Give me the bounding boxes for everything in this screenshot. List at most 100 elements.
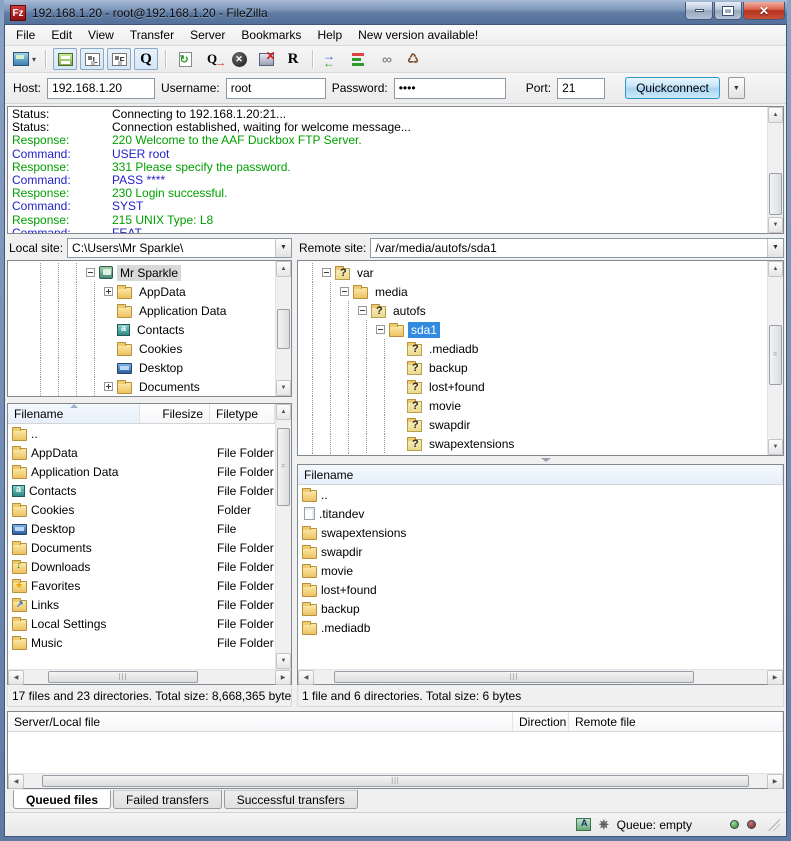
disconnect-button[interactable] xyxy=(254,48,278,70)
toggle-message-log-button[interactable] xyxy=(53,48,77,70)
scroll-up-icon[interactable]: ▲ xyxy=(276,404,291,420)
file-row[interactable]: .. xyxy=(298,485,783,504)
quickconnect-button[interactable]: Quickconnect xyxy=(625,77,720,99)
tree-item-autofs[interactable]: autofs xyxy=(298,301,767,320)
tree-item-lost-found[interactable]: lost+found xyxy=(298,377,767,396)
tree-item-movie[interactable]: movie xyxy=(298,396,767,415)
host-input[interactable] xyxy=(47,78,155,99)
local-path[interactable]: C:\Users\Mr Sparkle\ xyxy=(68,241,275,255)
column-header-filesize[interactable]: Filesize xyxy=(140,404,210,423)
file-row[interactable]: .mediadb xyxy=(298,618,783,637)
tree-item-media[interactable]: media xyxy=(298,282,767,301)
scroll-down-icon[interactable]: ▼ xyxy=(276,653,291,669)
reconnect-button[interactable]: R xyxy=(281,48,305,70)
file-row[interactable]: lost+found xyxy=(298,580,783,599)
process-queue-button[interactable]: Q xyxy=(200,48,224,70)
remote-list-horizontal-scrollbar[interactable]: ◀ ||| ▶ xyxy=(298,669,783,684)
column-header-filetype[interactable]: Filetype xyxy=(210,404,275,423)
tree-item-mediadb[interactable]: .mediadb xyxy=(298,339,767,358)
menu-view[interactable]: View xyxy=(81,26,121,44)
collapse-icon[interactable] xyxy=(376,325,385,334)
local-site-combo[interactable]: C:\Users\Mr Sparkle\ ▼ xyxy=(67,238,292,258)
file-row[interactable]: .. xyxy=(8,424,275,443)
file-row[interactable]: FavoritesFile Folder xyxy=(8,576,275,595)
transfer-type-indicator-icon[interactable] xyxy=(576,818,591,831)
file-row[interactable]: DesktopFile xyxy=(8,519,275,538)
speed-limits-icon[interactable]: ⎈ xyxy=(599,817,609,832)
collapse-icon[interactable] xyxy=(322,268,331,277)
tree-item-backup[interactable]: backup xyxy=(298,358,767,377)
scroll-up-icon[interactable]: ▲ xyxy=(768,261,783,277)
collapse-icon[interactable] xyxy=(340,287,349,296)
tree-item-mr-sparkle[interactable]: Mr Sparkle xyxy=(8,263,275,282)
port-input[interactable] xyxy=(557,78,605,99)
tab-successful-transfers[interactable]: Successful transfers xyxy=(224,790,358,809)
file-row[interactable]: CookiesFolder xyxy=(8,500,275,519)
column-header-remote-file[interactable]: Remote file xyxy=(569,712,783,731)
remote-tree-vertical-scrollbar[interactable]: ▲ = ▼ xyxy=(767,261,783,455)
search-button[interactable]: ♺ xyxy=(401,48,425,70)
remote-site-combo[interactable]: /var/media/autofs/sda1 ▼ xyxy=(370,238,784,258)
refresh-button[interactable] xyxy=(173,48,197,70)
remote-pane-splitter[interactable] xyxy=(297,456,784,464)
column-header-server-local-file[interactable]: Server/Local file xyxy=(8,712,513,731)
minimize-button[interactable] xyxy=(685,2,713,20)
scroll-down-icon[interactable]: ▼ xyxy=(276,380,291,396)
menu-transfer[interactable]: Transfer xyxy=(123,26,181,44)
menu-bookmarks[interactable]: Bookmarks xyxy=(234,26,308,44)
scroll-left-icon[interactable]: ◀ xyxy=(8,670,24,685)
expand-icon[interactable] xyxy=(104,287,113,296)
splitter-collapse-icon[interactable] xyxy=(541,458,551,462)
file-row[interactable]: swapextensions xyxy=(298,523,783,542)
collapse-icon[interactable] xyxy=(358,306,367,315)
collapse-icon[interactable] xyxy=(86,268,95,277)
tree-item-swapextensions[interactable]: swapextensions xyxy=(298,434,767,453)
file-row[interactable]: LinksFile Folder xyxy=(8,595,275,614)
file-row[interactable]: AppDataFile Folder xyxy=(8,443,275,462)
tree-item-dvd[interactable]: dvd xyxy=(298,453,767,455)
tree-item-sda1[interactable]: sda1 xyxy=(298,320,767,339)
column-header-filename[interactable]: Filename xyxy=(298,465,783,484)
quickconnect-dropdown-button[interactable]: ▼ xyxy=(728,77,745,99)
tab-failed-transfers[interactable]: Failed transfers xyxy=(113,790,222,809)
title-bar[interactable]: Fz 192.168.1.20 - root@192.168.1.20 - Fi… xyxy=(4,0,787,24)
chevron-down-icon[interactable]: ▼ xyxy=(767,239,783,257)
scroll-right-icon[interactable]: ▶ xyxy=(275,670,291,685)
maximize-button[interactable] xyxy=(714,2,742,20)
toggle-remote-tree-button[interactable]: F xyxy=(107,48,131,70)
file-row[interactable]: backup xyxy=(298,599,783,618)
menu-help[interactable]: Help xyxy=(310,26,349,44)
local-tree-vertical-scrollbar[interactable]: ▲ ▼ xyxy=(275,261,291,396)
site-manager-button[interactable]: ▾ xyxy=(11,48,38,70)
tree-item-appdata[interactable]: AppData xyxy=(8,282,275,301)
file-row[interactable]: .titandev xyxy=(298,504,783,523)
tree-item-contacts[interactable]: Contacts xyxy=(8,320,275,339)
tree-item-desktop[interactable]: Desktop xyxy=(8,358,275,377)
scroll-right-icon[interactable]: ▶ xyxy=(767,774,783,789)
queue-list-empty[interactable] xyxy=(8,732,783,773)
scroll-left-icon[interactable]: ◀ xyxy=(298,670,314,685)
local-list-horizontal-scrollbar[interactable]: ◀ ||| ▶ xyxy=(8,669,291,684)
file-row[interactable]: swapdir xyxy=(298,542,783,561)
close-button[interactable]: ✕ xyxy=(743,2,785,20)
scroll-right-icon[interactable]: ▶ xyxy=(767,670,783,685)
file-row[interactable]: DocumentsFile Folder xyxy=(8,538,275,557)
synchronized-browsing-button[interactable] xyxy=(320,48,344,70)
menu-file[interactable]: File xyxy=(9,26,42,44)
remote-path[interactable]: /var/media/autofs/sda1 xyxy=(371,241,767,255)
menu-server[interactable]: Server xyxy=(183,26,232,44)
tree-item-cookies[interactable]: Cookies xyxy=(8,339,275,358)
toggle-queue-button[interactable]: Q xyxy=(134,48,158,70)
scroll-up-icon[interactable]: ▲ xyxy=(276,261,291,277)
tab-queued-files[interactable]: Queued files xyxy=(13,790,111,809)
menu-edit[interactable]: Edit xyxy=(44,26,79,44)
queue-horizontal-scrollbar[interactable]: ◀ ||| ▶ xyxy=(8,773,783,788)
password-input[interactable] xyxy=(394,78,506,99)
chevron-down-icon[interactable]: ▼ xyxy=(275,239,291,257)
scroll-up-icon[interactable]: ▲ xyxy=(768,107,783,123)
tree-item-var[interactable]: var xyxy=(298,263,767,282)
file-row[interactable]: ContactsFile Folder xyxy=(8,481,275,500)
expand-icon[interactable] xyxy=(104,382,113,391)
log-vertical-scrollbar[interactable]: ▲ ▼ xyxy=(767,107,783,233)
file-row[interactable]: movie xyxy=(298,561,783,580)
